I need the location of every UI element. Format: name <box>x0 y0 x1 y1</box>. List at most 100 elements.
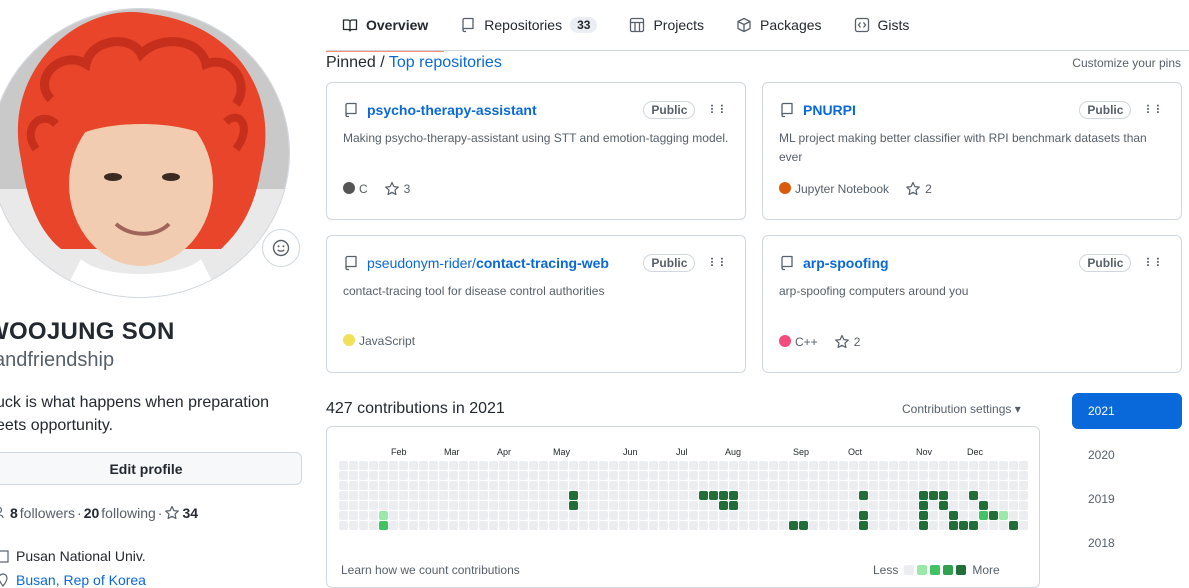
contribution-day[interactable] <box>539 521 548 530</box>
contribution-day[interactable] <box>659 521 668 530</box>
contribution-day[interactable] <box>459 521 468 530</box>
contribution-day[interactable] <box>489 481 498 490</box>
contribution-day[interactable] <box>989 461 998 470</box>
contribution-day[interactable] <box>439 491 448 500</box>
contribution-day[interactable] <box>389 521 398 530</box>
contribution-day[interactable] <box>849 461 858 470</box>
contribution-day[interactable] <box>959 471 968 480</box>
contribution-day[interactable] <box>499 461 508 470</box>
contribution-day[interactable] <box>679 481 688 490</box>
contribution-day[interactable] <box>349 511 358 520</box>
contribution-day[interactable] <box>639 521 648 530</box>
contribution-day[interactable] <box>479 461 488 470</box>
contribution-day[interactable] <box>959 481 968 490</box>
contribution-day[interactable] <box>999 471 1008 480</box>
contribution-day[interactable] <box>779 491 788 500</box>
contribution-day[interactable] <box>829 521 838 530</box>
contribution-day[interactable] <box>479 491 488 500</box>
contribution-day[interactable] <box>519 481 528 490</box>
contribution-day[interactable] <box>949 471 958 480</box>
contribution-day[interactable] <box>439 511 448 520</box>
contribution-day[interactable] <box>769 461 778 470</box>
contribution-day[interactable] <box>699 491 708 500</box>
contribution-day[interactable] <box>849 471 858 480</box>
contribution-day[interactable] <box>789 461 798 470</box>
contribution-day[interactable] <box>379 481 388 490</box>
contribution-day[interactable] <box>709 521 718 530</box>
contribution-day[interactable] <box>689 471 698 480</box>
contribution-day[interactable] <box>579 501 588 510</box>
contribution-day[interactable] <box>689 501 698 510</box>
contribution-day[interactable] <box>449 511 458 520</box>
contribution-day[interactable] <box>939 511 948 520</box>
repo-stars[interactable]: 3 <box>384 181 410 197</box>
contribution-day[interactable] <box>989 471 998 480</box>
contribution-day[interactable] <box>839 481 848 490</box>
contribution-day[interactable] <box>879 491 888 500</box>
contribution-day[interactable] <box>339 501 348 510</box>
contribution-day[interactable] <box>349 461 358 470</box>
contribution-day[interactable] <box>619 481 628 490</box>
contribution-day[interactable] <box>689 511 698 520</box>
contribution-day[interactable] <box>679 501 688 510</box>
contribution-day[interactable] <box>389 511 398 520</box>
contribution-day[interactable] <box>379 511 388 520</box>
contribution-day[interactable] <box>739 471 748 480</box>
contribution-day[interactable] <box>359 461 368 470</box>
contribution-day[interactable] <box>749 461 758 470</box>
contribution-day[interactable] <box>539 471 548 480</box>
contribution-day[interactable] <box>669 511 678 520</box>
contribution-day[interactable] <box>519 471 528 480</box>
contribution-day[interactable] <box>959 511 968 520</box>
followers-label[interactable]: followers <box>20 505 75 521</box>
contribution-day[interactable] <box>359 511 368 520</box>
set-status-button[interactable] <box>262 229 300 267</box>
contribution-day[interactable] <box>859 461 868 470</box>
contribution-day[interactable] <box>409 511 418 520</box>
contribution-day[interactable] <box>919 471 928 480</box>
contribution-day[interactable] <box>789 521 798 530</box>
repo-name[interactable]: contact-tracing-web <box>476 255 609 271</box>
contribution-day[interactable] <box>679 521 688 530</box>
contribution-day[interactable] <box>799 511 808 520</box>
drag-handle-icon[interactable]: ⠇⠇ <box>1145 256 1165 270</box>
contribution-day[interactable] <box>579 471 588 480</box>
contribution-day[interactable] <box>629 511 638 520</box>
contribution-day[interactable] <box>479 501 488 510</box>
contribution-day[interactable] <box>869 501 878 510</box>
contribution-day[interactable] <box>479 521 488 530</box>
repo-name[interactable]: PNURPI <box>803 102 856 118</box>
contribution-day[interactable] <box>639 491 648 500</box>
contribution-day[interactable] <box>909 511 918 520</box>
drag-handle-icon[interactable]: ⠇⠇ <box>709 256 729 270</box>
contribution-day[interactable] <box>919 521 928 530</box>
contribution-day[interactable] <box>929 461 938 470</box>
contribution-day[interactable] <box>419 491 428 500</box>
contribution-day[interactable] <box>1019 511 1028 520</box>
contribution-day[interactable] <box>699 481 708 490</box>
contribution-day[interactable] <box>459 471 468 480</box>
contribution-day[interactable] <box>589 511 598 520</box>
contribution-day[interactable] <box>859 521 868 530</box>
contribution-day[interactable] <box>349 491 358 500</box>
contribution-day[interactable] <box>619 461 628 470</box>
contribution-day[interactable] <box>659 491 668 500</box>
contribution-day[interactable] <box>859 491 868 500</box>
contribution-day[interactable] <box>759 521 768 530</box>
repo-stars[interactable]: 2 <box>834 334 860 350</box>
profile-location[interactable]: Busan, Rep of Korea <box>0 572 146 588</box>
contribution-day[interactable] <box>929 521 938 530</box>
contribution-day[interactable] <box>409 501 418 510</box>
contribution-day[interactable] <box>609 481 618 490</box>
contribution-day[interactable] <box>1019 521 1028 530</box>
contribution-day[interactable] <box>869 461 878 470</box>
contribution-day[interactable] <box>649 471 658 480</box>
contribution-day[interactable] <box>909 501 918 510</box>
contribution-day[interactable] <box>899 501 908 510</box>
contribution-day[interactable] <box>629 471 638 480</box>
drag-handle-icon[interactable]: ⠇⠇ <box>1145 103 1165 117</box>
contribution-day[interactable] <box>459 501 468 510</box>
contribution-day[interactable] <box>789 471 798 480</box>
contribution-day[interactable] <box>339 511 348 520</box>
contribution-day[interactable] <box>719 461 728 470</box>
